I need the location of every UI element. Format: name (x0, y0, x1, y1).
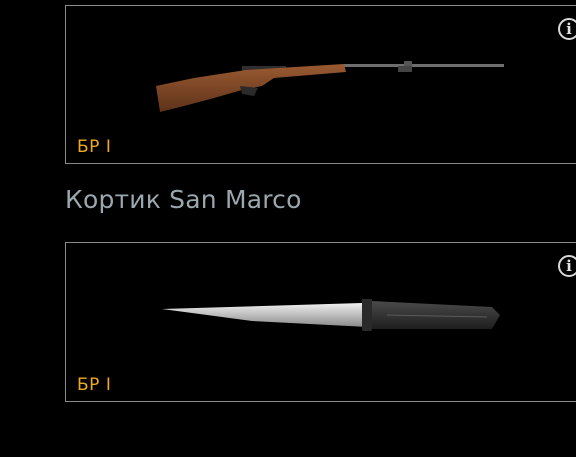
rifle-icon (156, 61, 504, 112)
rank-badge: БР I (77, 375, 112, 395)
rank-badge: БР I (77, 137, 112, 157)
item-title: Кортик San Marco (65, 185, 302, 214)
knife-icon (162, 299, 500, 331)
item-card-rifle[interactable]: i БР I (65, 5, 576, 164)
info-button[interactable]: i (558, 255, 576, 277)
item-card-knife[interactable]: i БР I (65, 242, 576, 402)
info-button[interactable]: i (558, 18, 576, 40)
